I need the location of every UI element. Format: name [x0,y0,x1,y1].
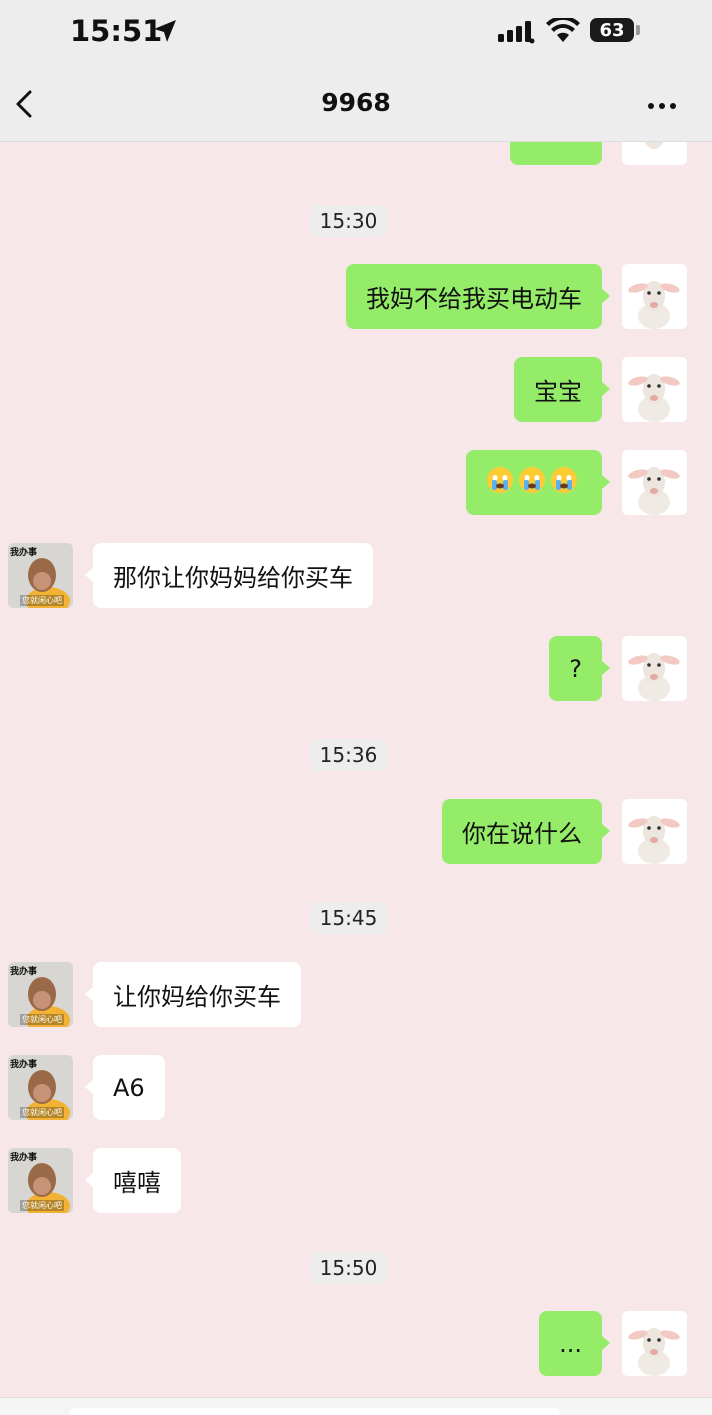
status-time: 15:51 [70,14,163,48]
monkey-avatar[interactable]: 我办事 您就闲心吧 [8,543,73,608]
message-bubble-outgoing[interactable]: 宝宝 [514,357,610,422]
lamb-icon [622,264,687,329]
lamb-icon [622,357,687,422]
lamb-icon [622,1311,687,1376]
avatar-caption-bottom: 您就闲心吧 [20,595,64,606]
message-input[interactable] [70,1408,560,1415]
avatar-caption-top: 我办事 [10,1060,38,1070]
timestamp: 15:30 [310,205,387,237]
message-bubble-incoming[interactable]: 嘻嘻 [85,1148,181,1213]
more-options-button[interactable] [640,94,684,118]
lamb-avatar[interactable] [622,636,687,701]
message-bubble-incoming[interactable]: A6 [85,1055,165,1120]
lamb-avatar[interactable] [622,450,687,515]
monkey-avatar[interactable]: 我办事 您就闲心吧 [8,1055,73,1120]
chat-header: 9968 [0,64,712,142]
chat-title: 9968 [321,88,391,117]
timestamp: 15:36 [310,739,387,771]
wifi-icon [546,18,580,42]
battery-nub [636,25,640,35]
monkey-avatar[interactable]: 我办事 您就闲心吧 [8,1148,73,1213]
message-input-bar [0,1397,712,1415]
avatar-caption-top: 我办事 [10,548,38,558]
lamb-avatar[interactable] [622,264,687,329]
crying-face-icon [550,466,578,500]
message-bubble-partial[interactable] [510,142,602,165]
avatar-caption-top: 我办事 [10,1153,38,1163]
lamb-avatar[interactable] [622,142,687,165]
lamb-icon [622,450,687,515]
status-bar: 15:51 63 [0,0,712,64]
message-bubble-outgoing[interactable] [466,450,610,515]
battery-level: 63 [599,19,625,41]
avatar-caption-top: 我办事 [10,967,38,977]
message-bubble-incoming[interactable]: 让你妈给你买车 [85,962,301,1027]
more-dots-icon [648,103,676,109]
timestamp: 15:50 [310,1252,387,1284]
lamb-icon [622,142,687,165]
monkey-avatar[interactable]: 我办事 您就闲心吧 [8,962,73,1027]
message-bubble-outgoing[interactable]: ... [539,1311,610,1376]
avatar-caption-bottom: 您就闲心吧 [20,1200,64,1211]
message-bubble-outgoing[interactable]: ? [549,636,610,701]
lamb-avatar[interactable] [622,357,687,422]
crying-face-icon [486,466,514,500]
battery-indicator: 63 [590,18,634,42]
cellular-signal-icon [498,21,535,44]
lamb-icon [622,799,687,864]
lamb-icon [622,636,687,701]
timestamp: 15:45 [310,902,387,934]
lamb-avatar[interactable] [622,799,687,864]
message-bubble-outgoing[interactable]: 我妈不给我买电动车 [346,264,610,329]
location-arrow-icon [154,20,176,42]
avatar-caption-bottom: 您就闲心吧 [20,1107,64,1118]
crying-face-icon [518,466,546,500]
message-bubble-outgoing[interactable]: 你在说什么 [442,799,610,864]
message-bubble-incoming[interactable]: 那你让你妈妈给你买车 [85,543,373,608]
chat-message-list[interactable]: 15:30 我妈不给我买电动车 宝宝 我办事 您就闲心吧 那你让你妈妈给你买车 … [0,142,712,1397]
avatar-caption-bottom: 您就闲心吧 [20,1014,64,1025]
lamb-avatar[interactable] [622,1311,687,1376]
